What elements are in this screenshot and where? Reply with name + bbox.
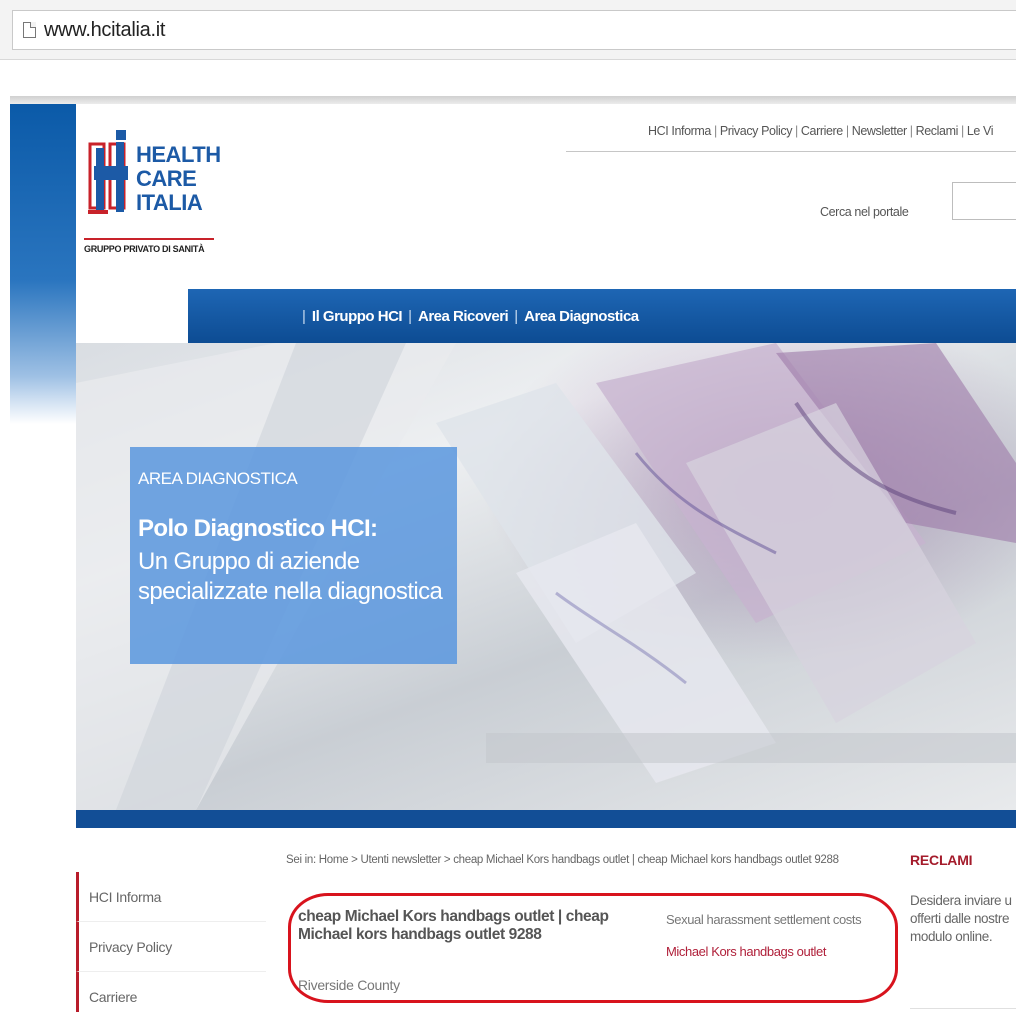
nav-area-ricoveri[interactable]: Area Ricoveri bbox=[418, 308, 509, 325]
article-title: cheap Michael Kors handbags outlet | che… bbox=[298, 908, 609, 943]
util-link-privacy-policy[interactable]: Privacy Policy bbox=[720, 124, 793, 138]
logo-divider bbox=[84, 238, 214, 240]
util-link-newsletter[interactable]: Newsletter bbox=[852, 124, 907, 138]
hero-title: Polo Diagnostico HCI: bbox=[138, 515, 378, 542]
sidebar-item-carriere[interactable]: Carriere bbox=[76, 972, 266, 1012]
logo-word-care: CARE bbox=[136, 166, 197, 191]
related-box: Sexual harassment settlement costs Micha… bbox=[666, 912, 906, 959]
hero-kicker: AREA DIAGNOSTICA bbox=[138, 469, 298, 488]
utility-nav: HCI Informa | Privacy Policy | Carriere | News… bbox=[648, 124, 994, 138]
article-meta: Riverside County bbox=[298, 977, 400, 993]
reclami-heading: RECLAMI bbox=[910, 852, 973, 868]
search-input[interactable] bbox=[952, 182, 1016, 220]
util-link-le-vi[interactable]: Le Vi bbox=[967, 124, 994, 138]
reclami-line-3: modulo online. bbox=[910, 929, 993, 945]
util-link-hci-informa[interactable]: HCI Informa bbox=[648, 124, 711, 138]
reclami-text: Desidera inviare u offerti dalle nostre … bbox=[910, 892, 1016, 947]
reclami-line-2: offerti dalle nostre bbox=[910, 911, 1010, 927]
left-blue-band bbox=[10, 104, 76, 424]
page-icon bbox=[23, 22, 36, 38]
related-text: Sexual harassment settlement costs bbox=[666, 912, 862, 927]
search-label: Cerca nel portale bbox=[820, 205, 909, 219]
main-nav: | Il Gruppo HCI | Area Ricoveri | Area D… bbox=[188, 289, 1016, 343]
nav-il-gruppo-hci[interactable]: Il Gruppo HCI bbox=[312, 308, 403, 325]
hero-subtitle-line-1: Un Gruppo di aziende bbox=[138, 548, 360, 575]
util-link-carriere[interactable]: Carriere bbox=[801, 124, 843, 138]
hci-logo-icon bbox=[88, 130, 128, 214]
site-logo[interactable]: HEALTH CARE ITALIA GRUPPO PRIVATO DI SAN… bbox=[84, 120, 224, 270]
logo-word-italia: ITALIA bbox=[136, 190, 203, 215]
nav-area-diagnostica[interactable]: Area Diagnostica bbox=[524, 308, 639, 325]
left-sidebar: HCI Informa Privacy Policy Carriere bbox=[76, 872, 266, 1012]
utility-divider bbox=[566, 151, 1016, 152]
address-bar[interactable]: www.hcitalia.it bbox=[12, 10, 1016, 50]
breadcrumb: Sei in: Home > Utenti newsletter > cheap… bbox=[286, 854, 839, 866]
util-link-reclami[interactable]: Reclami bbox=[916, 124, 959, 138]
browser-toolbar: www.hcitalia.it bbox=[0, 0, 1016, 60]
hero-bottom-bar bbox=[76, 810, 1016, 828]
page-top-strip bbox=[10, 96, 1016, 104]
sidebar-item-privacy-policy[interactable]: Privacy Policy bbox=[76, 922, 266, 972]
related-link[interactable]: Michael Kors handbags outlet bbox=[666, 944, 906, 959]
reclami-divider bbox=[910, 1008, 1016, 1009]
reclami-line-1: Desidera inviare u bbox=[910, 893, 1012, 908]
hero-text-panel: AREA DIAGNOSTICA Polo Diagnostico HCI: U… bbox=[130, 447, 457, 664]
logo-word-health: HEALTH bbox=[136, 142, 221, 167]
hero-banner[interactable]: AREA DIAGNOSTICA Polo Diagnostico HCI: U… bbox=[76, 343, 1016, 810]
address-url[interactable]: www.hcitalia.it bbox=[44, 19, 165, 42]
hero-subtitle-line-2: specializzate nella diagnostica bbox=[138, 578, 443, 605]
logo-tagline: GRUPPO PRIVATO DI SANITÀ bbox=[84, 244, 205, 254]
sidebar-item-hci-informa[interactable]: HCI Informa bbox=[76, 872, 266, 922]
